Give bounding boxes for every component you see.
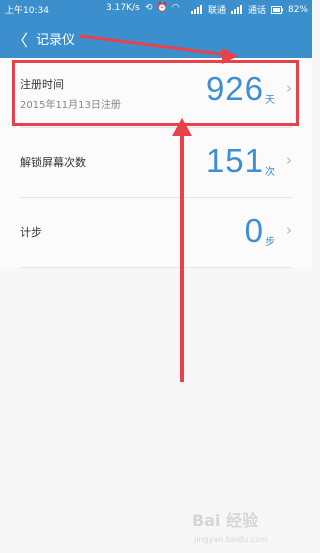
page-title: 记录仪 [36, 33, 76, 48]
status-time: 上午10:34 [5, 6, 49, 16]
status-bar: 上午10:34 3.17K/s ⟲⏰◠ 联通 通话 82% [0, 0, 312, 18]
row-label: 计步 [20, 226, 42, 239]
status-net-speed: 3.17K/s [106, 3, 140, 13]
sync-icon: ⟲ [145, 3, 157, 13]
signal-icon-2 [230, 5, 242, 14]
row-value: 0 [244, 212, 264, 249]
battery-icon [270, 5, 283, 14]
row-unit: 次 [265, 167, 275, 178]
row-label: 解锁屏幕次数 [20, 156, 86, 169]
back-button[interactable]: 〈 [12, 27, 28, 51]
status-battery: 82% [287, 4, 308, 15]
app-bar: 〈 记录仪 [0, 18, 312, 58]
status-icons: ⟲⏰◠ [145, 3, 184, 13]
wifi-icon: ◠ [171, 3, 184, 13]
watermark-brand: Bai 经验 [192, 511, 259, 530]
list-item-unlock-count[interactable]: 解锁屏幕次数 151 次 › [20, 128, 292, 198]
status-carrier: 联通 [207, 6, 226, 16]
watermark-site: jingyan.baidu.com [194, 535, 268, 544]
status-right-group: 联通 通话 82% [190, 3, 308, 16]
watermark-logo: Bai 经验 jingyan.baidu.com [188, 505, 308, 549]
alarm-icon: ⏰ [156, 3, 172, 13]
signal-icon [190, 5, 202, 14]
annotation-highlight-box [12, 60, 299, 126]
row-value: 151 [205, 142, 264, 179]
list-item-steps[interactable]: 计步 0 步 › [20, 198, 292, 268]
chevron-right-icon: › [286, 151, 292, 169]
status-call: 通话 [247, 6, 266, 16]
row-unit: 步 [265, 237, 275, 248]
chevron-right-icon: › [286, 221, 292, 239]
